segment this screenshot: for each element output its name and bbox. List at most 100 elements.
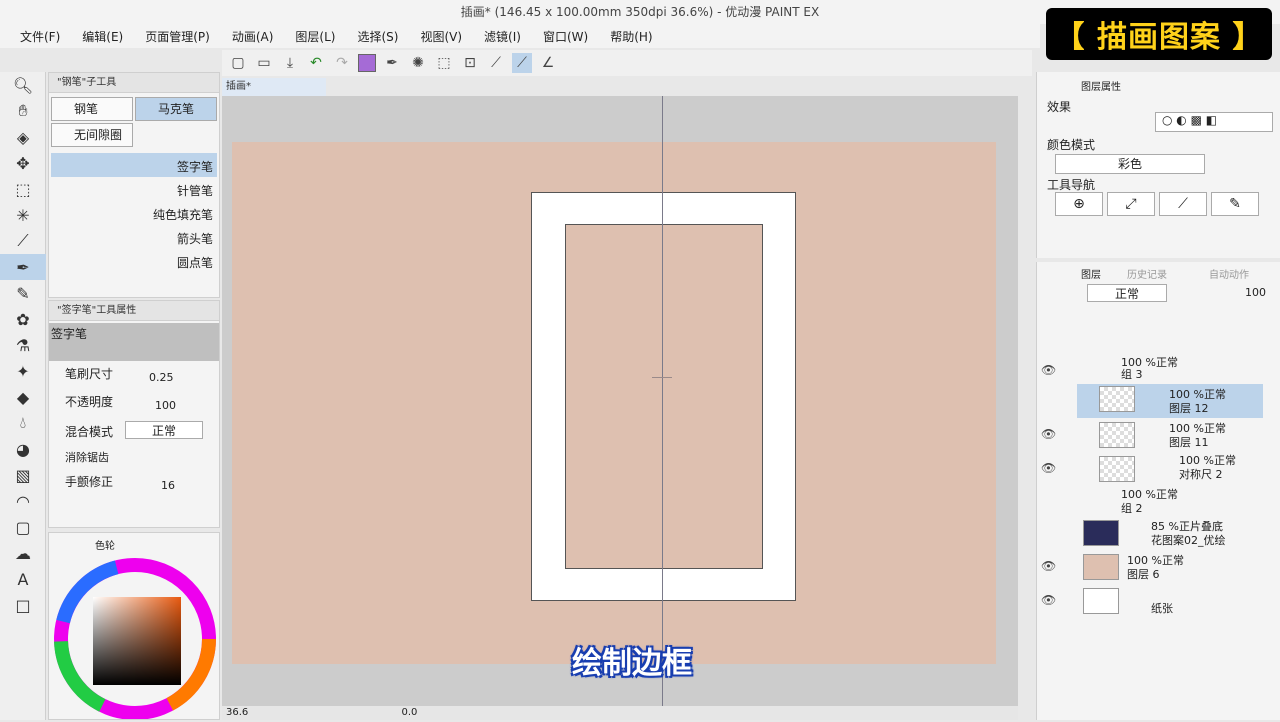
eye-icon[interactable]: 👁︎: [1041, 363, 1056, 377]
object-icon[interactable]: ◈: [0, 124, 46, 150]
layer-name: 纸张: [1151, 602, 1173, 615]
layer-row[interactable]: 👁︎ 100 %正常 对称尺 2: [1037, 452, 1280, 486]
pen-tool-icon[interactable]: ✒: [0, 254, 46, 280]
tab-auto-action[interactable]: 自动动作: [1209, 266, 1249, 281]
stabilization-label: 手颤修正: [65, 475, 114, 489]
hand-icon[interactable]: ✋︎: [0, 98, 46, 124]
tool-palette: 🔍︎ ✋︎ ◈ ✥ ⬚ ✳ ⟋ ✒ ✎ ✿ ⚗ ✦ ◆ 💧︎ ◕ ▧ ◠ ▢ ☁…: [0, 72, 46, 720]
tab-layers[interactable]: 图层: [1081, 266, 1101, 281]
layer-opacity: 100 %正常: [1169, 422, 1226, 435]
nav-pen-icon[interactable]: ✎: [1211, 192, 1259, 216]
eye-icon[interactable]: 👁︎: [1041, 427, 1056, 441]
layer-opacity: 100 %正常: [1121, 488, 1178, 501]
layer-row[interactable]: 👁︎ 100 %正常 组 3: [1037, 354, 1280, 388]
rotation-value[interactable]: 0.0: [401, 707, 417, 718]
figure-icon[interactable]: ◠: [0, 488, 46, 514]
tab-marker[interactable]: 马克笔: [135, 97, 217, 121]
color-wheel-tab[interactable]: 色轮: [95, 537, 115, 552]
balloon-icon[interactable]: ☁: [0, 540, 46, 566]
menu-page[interactable]: 页面管理(P): [145, 28, 210, 45]
redo-icon[interactable]: ↷: [332, 53, 352, 73]
tab-history[interactable]: 历史记录: [1127, 266, 1167, 281]
opacity-value[interactable]: 100: [155, 399, 185, 412]
layer-row[interactable]: 👁︎ 100 %正常 图层 6: [1037, 550, 1280, 584]
nav-object-icon[interactable]: ⊕: [1055, 192, 1103, 216]
layer-row[interactable]: 85 %正片叠底 花图案02_优绘: [1037, 516, 1280, 550]
marquee-icon[interactable]: ⬚: [0, 176, 46, 202]
new-file-icon[interactable]: ▢: [228, 53, 248, 73]
tab-pen[interactable]: 钢笔: [51, 97, 133, 121]
zoom-icon[interactable]: 🔍︎: [0, 72, 46, 98]
main-color-icon[interactable]: □: [0, 592, 46, 618]
menu-window[interactable]: 窗口(W): [543, 28, 588, 45]
brush-arrow[interactable]: 箭头笔: [51, 225, 217, 249]
text-icon[interactable]: A: [0, 566, 46, 592]
brush-signpen[interactable]: 签字笔: [51, 153, 217, 177]
nav-move-icon[interactable]: ⤢: [1107, 192, 1155, 216]
color-mode-select[interactable]: 彩色: [1055, 154, 1205, 174]
layer-opacity: 85 %正片叠底: [1151, 520, 1223, 533]
layer-row[interactable]: 👁︎ 100 %正常 图层 11: [1037, 418, 1280, 452]
tab-document[interactable]: 插画*: [222, 78, 326, 96]
loading-icon[interactable]: ✺: [408, 53, 428, 73]
color-mode-label: 颜色模式: [1047, 138, 1096, 152]
menu-layer[interactable]: 图层(L): [295, 28, 335, 45]
command-bar: ▢ ▭ ⤓ ↶ ↷ ✒ ✺ ⬚ ⊡ ⟋ ⟋ ∠: [222, 50, 1032, 76]
eye-icon[interactable]: 👁︎: [1041, 461, 1056, 475]
decoration-icon[interactable]: ✦: [0, 358, 46, 384]
nav-transform-icon[interactable]: ⟋: [1159, 192, 1207, 216]
pen-icon[interactable]: ✒: [382, 53, 402, 73]
layer-name: 图层 12: [1169, 402, 1209, 415]
brush-dot[interactable]: 圆点笔: [51, 249, 217, 273]
menu-animation[interactable]: 动画(A): [232, 28, 274, 45]
stabilization-value[interactable]: 16: [161, 479, 191, 492]
menu-help[interactable]: 帮助(H): [610, 28, 652, 45]
layer-row[interactable]: 👁︎ 纸张: [1037, 584, 1280, 618]
save-icon[interactable]: ⤓: [280, 53, 300, 73]
layer-row[interactable]: 100 %正常 图层 12: [1077, 384, 1263, 418]
menu-filter[interactable]: 滤镜(I): [484, 28, 521, 45]
brush-size-value[interactable]: 0.25: [149, 371, 179, 384]
undo-icon[interactable]: ↶: [306, 53, 326, 73]
open-folder-icon[interactable]: ▭: [254, 53, 274, 73]
blend-icon[interactable]: 💧︎: [0, 410, 46, 436]
layer-opacity-value[interactable]: 100: [1245, 286, 1266, 299]
fill-icon[interactable]: ◕: [0, 436, 46, 462]
border-frame-inner[interactable]: [565, 224, 763, 569]
crop-icon[interactable]: ⊡: [460, 53, 480, 73]
menu-select[interactable]: 选择(S): [357, 28, 398, 45]
layer-blend-select[interactable]: 正常: [1087, 284, 1167, 302]
symmetry-ruler-line[interactable]: [662, 96, 663, 706]
brush-needle[interactable]: 针管笔: [51, 177, 217, 201]
move-icon[interactable]: ✥: [0, 150, 46, 176]
fill-color-swatch[interactable]: [358, 54, 376, 72]
brush-solid-fill[interactable]: 纯色填充笔: [51, 201, 217, 225]
eraser-icon[interactable]: ◆: [0, 384, 46, 410]
preset-name: 签字笔: [49, 323, 219, 361]
ruler-icon[interactable]: ⟋: [512, 53, 532, 73]
blend-mode-select[interactable]: 正常: [125, 421, 203, 439]
menu-view[interactable]: 视图(V): [420, 28, 462, 45]
ruler-snap-icon[interactable]: ⟋: [486, 53, 506, 73]
effect-buttons[interactable]: ○ ◐ ▩ ◧: [1155, 112, 1273, 132]
tab-gapless[interactable]: 无间隙圈: [51, 123, 133, 147]
magic-wand-icon[interactable]: ✳: [0, 202, 46, 228]
frame-icon[interactable]: ▢: [0, 514, 46, 540]
color-wheel-panel: 色轮: [48, 532, 220, 720]
layer-row[interactable]: 100 %正常 组 2: [1037, 486, 1280, 520]
layer-property-tab[interactable]: 图层属性: [1081, 78, 1121, 93]
pencil-icon[interactable]: ✎: [0, 280, 46, 306]
subtool-header: "钢笔"子工具: [49, 73, 219, 93]
brush-icon[interactable]: ✿: [0, 306, 46, 332]
eyedropper-icon[interactable]: ⟋: [0, 228, 46, 254]
eye-icon[interactable]: 👁︎: [1041, 593, 1056, 607]
menu-edit[interactable]: 编辑(E): [82, 28, 123, 45]
menu-file[interactable]: 文件(F): [20, 28, 60, 45]
zoom-value[interactable]: 36.6: [226, 707, 248, 718]
airbrush-icon[interactable]: ⚗: [0, 332, 46, 358]
gradient-icon[interactable]: ▧: [0, 462, 46, 488]
eye-icon[interactable]: 👁︎: [1041, 559, 1056, 573]
transform-icon[interactable]: ⬚: [434, 53, 454, 73]
angle-icon[interactable]: ∠: [538, 53, 558, 73]
color-wheel[interactable]: [51, 555, 219, 720]
